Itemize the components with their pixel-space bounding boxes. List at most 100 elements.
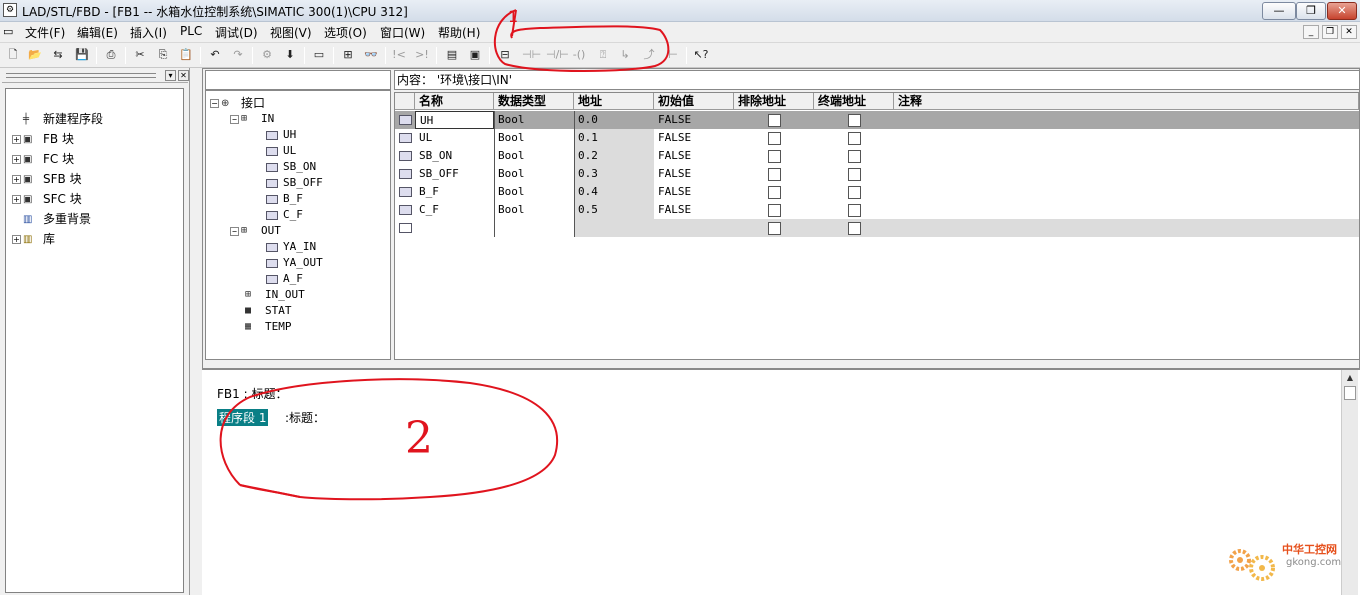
monitor-icon[interactable]: 👓 (362, 46, 380, 64)
cell-name[interactable]: SB_OFF (415, 165, 494, 183)
menu-plc[interactable]: PLC (180, 24, 202, 38)
tree-item-sfc-block[interactable]: + ▣ SFC 块 (12, 190, 82, 208)
table-row[interactable]: SB_ON Bool 0.2 FALSE (395, 147, 1359, 165)
mdi-minimize-button[interactable]: _ (1303, 25, 1319, 39)
cell-type[interactable]: Bool (494, 111, 574, 129)
checkbox-exclude-address[interactable] (768, 150, 781, 163)
checkbox-terminal-address[interactable] (848, 186, 861, 199)
table-row[interactable]: B_F Bool 0.4 FALSE (395, 183, 1359, 201)
mdi-close-button[interactable]: ✕ (1341, 25, 1357, 39)
tree-item-new-network[interactable]: ╪ 新建程序段 (12, 110, 103, 128)
cell-address[interactable]: 0.2 (574, 147, 654, 165)
cell-initial[interactable]: FALSE (654, 147, 734, 165)
checkbox-terminal-address[interactable] (848, 204, 861, 217)
cell-address[interactable]: 0.5 (574, 201, 654, 219)
tree-var-a-f[interactable]: A_F (266, 271, 303, 287)
network-icon[interactable]: ⊞ (339, 46, 357, 64)
checkbox-terminal-address[interactable] (848, 132, 861, 145)
expand-icon[interactable]: + (12, 195, 21, 204)
cell-initial[interactable] (654, 219, 734, 237)
cell-initial[interactable]: FALSE (654, 129, 734, 147)
table-row[interactable]: UH Bool 0.0 FALSE (395, 111, 1359, 129)
help-pointer-icon[interactable]: ↖? (692, 46, 710, 64)
access-online-icon[interactable]: ⇆ (49, 46, 67, 64)
network-title[interactable]: :标题： (285, 409, 325, 426)
tree-item-sfb-block[interactable]: + ▣ SFB 块 (12, 170, 82, 188)
print-icon[interactable]: ⎙ (102, 46, 120, 64)
col-address[interactable]: 地址 (574, 93, 654, 110)
vertical-scrollbar[interactable]: ▲ (1341, 370, 1358, 595)
save-icon[interactable]: 💾 (73, 46, 91, 64)
tree-var-b-f[interactable]: B_F (266, 191, 303, 207)
open-folder-icon[interactable]: 📂 (26, 46, 44, 64)
cell-type[interactable]: Bool (494, 129, 574, 147)
redo-icon[interactable]: ↷ (229, 46, 247, 64)
cell-type[interactable]: Bool (494, 165, 574, 183)
no-contact-icon[interactable]: ⊣⊢ (522, 46, 541, 64)
tree-item-fb-block[interactable]: + ▣ FB 块 (12, 130, 74, 148)
pane-grip[interactable] (6, 73, 156, 78)
details-toggle-icon[interactable]: ▣ (466, 46, 484, 64)
tree-var-ya-out[interactable]: YA_OUT (266, 255, 323, 271)
cell-address[interactable]: 0.0 (574, 111, 654, 129)
cell-type[interactable]: Bool (494, 201, 574, 219)
code-area[interactable]: FB1 : 标题： 程序段 1 :标题： (202, 368, 1360, 595)
previous-error-icon[interactable]: !< (390, 46, 408, 64)
compile-icon[interactable]: ⚙ (258, 46, 276, 64)
tree-in-out[interactable]: ⊞ IN_OUT (245, 287, 305, 303)
menu-edit[interactable]: 编辑(E) (77, 24, 118, 41)
expand-icon[interactable]: + (12, 155, 21, 164)
cell-address[interactable]: 0.3 (574, 165, 654, 183)
table-row[interactable]: C_F Bool 0.5 FALSE (395, 201, 1359, 219)
maximize-button[interactable]: ❐ (1296, 2, 1326, 20)
checkbox-terminal-address[interactable] (848, 222, 861, 235)
menu-insert[interactable]: 插入(I) (130, 24, 167, 41)
checkbox-exclude-address[interactable] (768, 132, 781, 145)
scroll-up-icon[interactable]: ▲ (1344, 372, 1356, 384)
coil-icon[interactable]: -() (570, 46, 588, 64)
checkbox-exclude-address[interactable] (768, 186, 781, 199)
tree-stat[interactable]: ■ STAT (245, 303, 292, 319)
tree-var-uh[interactable]: UH (266, 127, 296, 143)
table-row[interactable]: UL Bool 0.1 FALSE (395, 129, 1359, 147)
expand-icon[interactable]: + (12, 235, 21, 244)
tree-var-sb-off[interactable]: SB_OFF (266, 175, 323, 191)
menu-file[interactable]: 文件(F) (25, 24, 65, 41)
undo-icon[interactable]: ↶ (206, 46, 224, 64)
col-datatype[interactable]: 数据类型 (494, 93, 574, 110)
cell-type[interactable]: Bool (494, 147, 574, 165)
pane-close-icon[interactable]: ✕ (178, 70, 189, 81)
cell-address[interactable]: 0.4 (574, 183, 654, 201)
copy-icon[interactable]: ⎘ (154, 46, 172, 64)
cell-name[interactable]: UH (415, 111, 494, 129)
cell-name[interactable]: SB_ON (415, 147, 494, 165)
cell-name[interactable]: B_F (415, 183, 494, 201)
mdi-restore-button[interactable]: ❐ (1322, 25, 1338, 39)
tree-in[interactable]: − ⊞ IN (230, 111, 274, 127)
col-name[interactable]: 名称 (415, 93, 494, 110)
checkbox-terminal-address[interactable] (848, 168, 861, 181)
expand-icon[interactable]: + (12, 175, 21, 184)
tree-var-c-f[interactable]: C_F (266, 207, 303, 223)
cell-initial[interactable]: FALSE (654, 111, 734, 129)
tree-var-sb-on[interactable]: SB_ON (266, 159, 316, 175)
pane-dropdown-icon[interactable]: ▾ (165, 70, 176, 81)
menu-options[interactable]: 选项(O) (324, 24, 367, 41)
col-comment[interactable]: 注释 (894, 93, 1359, 110)
table-row[interactable] (395, 219, 1359, 237)
checkbox-exclude-address[interactable] (768, 204, 781, 217)
checkbox-terminal-address[interactable] (848, 150, 861, 163)
menu-view[interactable]: 视图(V) (270, 24, 312, 41)
menu-window[interactable]: 窗口(W) (380, 24, 425, 41)
connection-icon[interactable]: ⊢ (664, 46, 682, 64)
table-row[interactable]: SB_OFF Bool 0.3 FALSE (395, 165, 1359, 183)
checkbox-terminal-address[interactable] (848, 114, 861, 127)
col-initial[interactable]: 初始值 (654, 93, 734, 110)
cell-initial[interactable]: FALSE (654, 201, 734, 219)
cell-name[interactable]: UL (415, 129, 494, 147)
cell-address[interactable] (574, 219, 654, 237)
block-icon[interactable]: ▭ (310, 46, 328, 64)
empty-box-icon[interactable]: ⍰ (594, 46, 612, 64)
new-file-icon[interactable]: 🗋 (4, 46, 22, 64)
close-branch-icon[interactable]: ⤴ (640, 46, 658, 64)
